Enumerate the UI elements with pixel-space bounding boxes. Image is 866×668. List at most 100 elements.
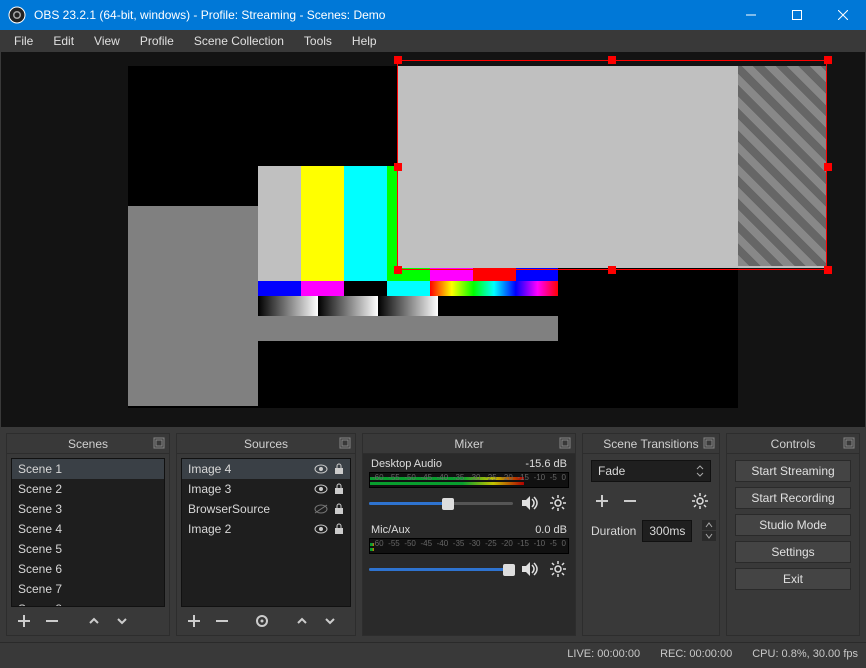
add-scene-button[interactable]: [13, 610, 35, 632]
dock-undock-icon[interactable]: [703, 437, 715, 449]
menu-edit[interactable]: Edit: [43, 32, 84, 50]
spinner-down-button[interactable]: [702, 531, 716, 541]
selection-handle-ne[interactable]: [824, 56, 832, 64]
spinner-up-button[interactable]: [702, 520, 716, 530]
window-title: OBS 23.2.1 (64-bit, windows) - Profile: …: [34, 8, 728, 22]
panel-header-controls[interactable]: Controls: [727, 434, 859, 454]
panel-header-sources[interactable]: Sources: [177, 434, 355, 454]
speaker-icon[interactable]: [519, 558, 541, 580]
menu-file[interactable]: File: [4, 32, 43, 50]
panel-mixer: Mixer Desktop Audio -15.6 dB -60-55-50-4…: [362, 433, 576, 636]
panel-title: Sources: [244, 437, 288, 451]
panel-title: Mixer: [454, 437, 483, 451]
selection-handle-nw[interactable]: [394, 56, 402, 64]
scenes-list-item[interactable]: Scene 6: [12, 559, 164, 579]
volume-slider[interactable]: [369, 496, 513, 510]
panel-header-transitions[interactable]: Scene Transitions: [583, 434, 719, 454]
sources-list[interactable]: Image 4 Image 3 BrowserSource: [181, 458, 351, 607]
meter-ticks: -60-55-50-45-40-35-30-25-20-15-10-50: [370, 473, 568, 487]
selection-handle-e[interactable]: [824, 163, 832, 171]
eye-icon[interactable]: [314, 484, 328, 494]
move-scene-up-button[interactable]: [83, 610, 105, 632]
scenes-list-item[interactable]: Scene 2: [12, 479, 164, 499]
eye-icon[interactable]: [314, 524, 328, 534]
gear-icon[interactable]: [547, 492, 569, 514]
move-source-down-button[interactable]: [319, 610, 341, 632]
selection-handle-n[interactable]: [608, 56, 616, 64]
menu-help[interactable]: Help: [342, 32, 387, 50]
dock-undock-icon[interactable]: [843, 437, 855, 449]
sources-list-item[interactable]: Image 2: [182, 519, 350, 539]
scenes-list-item[interactable]: Scene 5: [12, 539, 164, 559]
mixer-body: Desktop Audio -15.6 dB -60-55-50-45-40-3…: [363, 454, 575, 635]
move-scene-down-button[interactable]: [111, 610, 133, 632]
panel-title: Controls: [771, 437, 816, 451]
mixer-channel-db: -15.6 dB: [525, 458, 567, 470]
status-live: LIVE: 00:00:00: [567, 648, 640, 660]
panel-header-scenes[interactable]: Scenes: [7, 434, 169, 454]
maximize-button[interactable]: [774, 0, 820, 30]
status-cpu: CPU: 0.8%, 30.00 fps: [752, 648, 858, 660]
volume-slider[interactable]: [369, 562, 513, 576]
scenes-list-item[interactable]: Scene 4: [12, 519, 164, 539]
mixer-channel-name: Mic/Aux: [371, 524, 410, 536]
audio-meter: -60-55-50-45-40-35-30-25-20-15-10-50: [369, 472, 569, 488]
settings-button[interactable]: Settings: [735, 541, 851, 563]
remove-scene-button[interactable]: [41, 610, 63, 632]
selection-handle-w[interactable]: [394, 163, 402, 171]
scenes-list[interactable]: Scene 1 Scene 2 Scene 3 Scene 4 Scene 5 …: [11, 458, 165, 607]
exit-button[interactable]: Exit: [735, 568, 851, 590]
controls-body: Start Streaming Start Recording Studio M…: [727, 454, 859, 596]
gear-icon[interactable]: [547, 558, 569, 580]
sources-list-item[interactable]: Image 4: [182, 459, 350, 479]
speaker-icon[interactable]: [519, 492, 541, 514]
selection-handle-sw[interactable]: [394, 266, 402, 274]
menu-profile[interactable]: Profile: [130, 32, 184, 50]
menu-view[interactable]: View: [84, 32, 130, 50]
preview-canvas[interactable]: [128, 66, 738, 408]
transition-select[interactable]: Fade: [591, 460, 711, 482]
duration-value: 300ms: [649, 524, 685, 538]
mixer-channel-db: 0.0 dB: [535, 524, 567, 536]
start-streaming-button[interactable]: Start Streaming: [735, 460, 851, 482]
scenes-list-item[interactable]: Scene 1: [12, 459, 164, 479]
source-properties-button[interactable]: [251, 610, 273, 632]
remove-transition-button[interactable]: [619, 490, 641, 512]
start-recording-button[interactable]: Start Recording: [735, 487, 851, 509]
transition-properties-button[interactable]: [689, 490, 711, 512]
eye-icon[interactable]: [314, 464, 328, 474]
dock-undock-icon[interactable]: [153, 437, 165, 449]
add-source-button[interactable]: [183, 610, 205, 632]
selection-handle-s[interactable]: [608, 266, 616, 274]
scenes-list-item[interactable]: Scene 7: [12, 579, 164, 599]
studio-mode-button[interactable]: Studio Mode: [735, 514, 851, 536]
scenes-list-item[interactable]: Scene 3: [12, 499, 164, 519]
panel-header-mixer[interactable]: Mixer: [363, 434, 575, 454]
remove-source-button[interactable]: [211, 610, 233, 632]
lock-icon[interactable]: [334, 503, 344, 515]
menu-tools[interactable]: Tools: [294, 32, 342, 50]
lock-icon[interactable]: [334, 523, 344, 535]
add-transition-button[interactable]: [591, 490, 613, 512]
preview-source-gray[interactable]: [128, 206, 258, 406]
minimize-button[interactable]: [728, 0, 774, 30]
sources-list-item[interactable]: Image 3: [182, 479, 350, 499]
transitions-body: Fade Duration 300ms: [583, 454, 719, 548]
sources-list-item[interactable]: BrowserSource: [182, 499, 350, 519]
panel-transitions: Scene Transitions Fade Duration 300ms: [582, 433, 720, 636]
move-source-up-button[interactable]: [291, 610, 313, 632]
preview-area[interactable]: [1, 52, 865, 427]
eye-off-icon[interactable]: [314, 504, 328, 514]
lock-icon[interactable]: [334, 483, 344, 495]
panel-sources: Sources Image 4 Image 3 BrowserSource: [176, 433, 356, 636]
dock-undock-icon[interactable]: [559, 437, 571, 449]
selection-rect[interactable]: [397, 60, 827, 270]
dock-undock-icon[interactable]: [339, 437, 351, 449]
menu-scene-collection[interactable]: Scene Collection: [184, 32, 294, 50]
meter-ticks: -60-55-50-45-40-35-30-25-20-15-10-50: [370, 539, 568, 553]
close-button[interactable]: [820, 0, 866, 30]
selection-handle-se[interactable]: [824, 266, 832, 274]
duration-spinner[interactable]: 300ms: [642, 520, 692, 542]
lock-icon[interactable]: [334, 463, 344, 475]
scenes-list-item[interactable]: Scene 8: [12, 599, 164, 607]
